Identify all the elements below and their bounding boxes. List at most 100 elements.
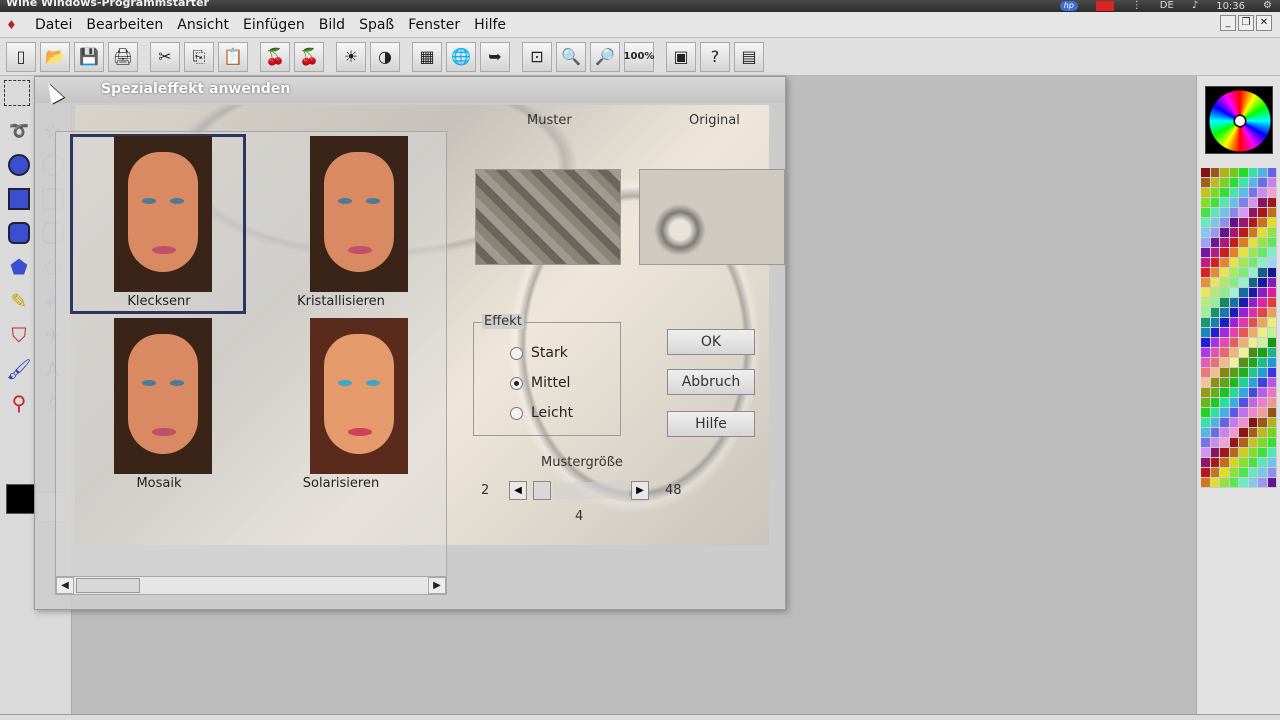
menu-fenster[interactable]: Fenster	[401, 12, 467, 38]
palette-swatch[interactable]	[1239, 358, 1249, 368]
palette-swatch[interactable]	[1258, 378, 1268, 388]
pattern-size-slider[interactable]: ◀ ▶	[509, 481, 649, 501]
palette-swatch[interactable]	[1248, 438, 1258, 448]
palette-swatch[interactable]	[1239, 308, 1249, 318]
minimize-icon[interactable]: _	[1220, 15, 1236, 31]
globe-icon[interactable]: 🌐	[446, 41, 476, 72]
palette-swatch[interactable]	[1201, 468, 1211, 478]
palette-swatch[interactable]	[1220, 238, 1230, 248]
send-image-icon[interactable]: ➥	[480, 41, 510, 72]
menu-spass[interactable]: Spaß	[352, 12, 401, 38]
palette-swatch[interactable]	[1248, 318, 1258, 328]
palette-swatch[interactable]	[1267, 478, 1277, 488]
zoom-out-icon[interactable]: 🔎	[590, 41, 620, 72]
palette-swatch[interactable]	[1239, 288, 1249, 298]
palette-swatch[interactable]	[1220, 358, 1230, 368]
palette-swatch[interactable]	[1267, 438, 1277, 448]
palette-swatch[interactable]	[1229, 228, 1239, 238]
palette-swatch[interactable]	[1201, 358, 1211, 368]
palette-swatch[interactable]	[1210, 198, 1220, 208]
palette-swatch[interactable]	[1258, 368, 1268, 378]
volume-icon[interactable]: ♪	[1192, 1, 1198, 11]
palette-swatch[interactable]	[1220, 218, 1230, 228]
palette-swatch[interactable]	[1239, 338, 1249, 348]
palette-swatch[interactable]	[1201, 278, 1211, 288]
palette-swatch[interactable]	[1258, 358, 1268, 368]
palette-swatch[interactable]	[1239, 388, 1249, 398]
lasso-select-icon[interactable]: ➰	[4, 116, 34, 146]
palette-swatch[interactable]	[1229, 298, 1239, 308]
palette-swatch[interactable]	[1239, 438, 1249, 448]
palette-swatch[interactable]	[1229, 448, 1239, 458]
palette-swatch[interactable]	[1239, 198, 1249, 208]
palette-swatch[interactable]	[1229, 268, 1239, 278]
palette-swatch[interactable]	[1210, 348, 1220, 358]
palette-swatch[interactable]	[1229, 468, 1239, 478]
palette-swatch[interactable]	[1248, 288, 1258, 298]
copy-icon[interactable]: ⎘	[184, 41, 214, 72]
palette-swatch[interactable]	[1258, 218, 1268, 228]
palette-swatch[interactable]	[1239, 248, 1249, 258]
filled-circle-icon[interactable]	[4, 150, 34, 180]
slider-left-icon[interactable]: ◀	[509, 481, 527, 500]
palette-swatch[interactable]	[1248, 428, 1258, 438]
palette-swatch[interactable]	[1239, 478, 1249, 488]
palette-swatch[interactable]	[1239, 228, 1249, 238]
rectangle-select-icon[interactable]	[4, 80, 30, 106]
palette-swatch[interactable]	[1258, 318, 1268, 328]
red-eye-icon[interactable]: 🍒	[260, 41, 290, 72]
palette-swatch[interactable]	[1267, 378, 1277, 388]
palette-swatch[interactable]	[1248, 338, 1258, 348]
palette-swatch[interactable]	[1267, 178, 1277, 188]
palette-swatch[interactable]	[1210, 408, 1220, 418]
palette-swatch[interactable]	[1258, 308, 1268, 318]
palette-swatch[interactable]	[1248, 218, 1258, 228]
thumbnail-view-icon[interactable]: ▤	[734, 41, 764, 72]
palette-swatch[interactable]	[1210, 238, 1220, 248]
palette-swatch[interactable]	[1220, 438, 1230, 448]
palette-swatch[interactable]	[1210, 248, 1220, 258]
palette-swatch[interactable]	[1239, 178, 1249, 188]
cancel-button[interactable]: Abbruch	[667, 369, 755, 395]
palette-swatch[interactable]	[1201, 208, 1211, 218]
radio-mittel[interactable]: Mittel	[510, 375, 570, 391]
palette-swatch[interactable]	[1201, 418, 1211, 428]
palette-swatch[interactable]	[1267, 288, 1277, 298]
scroll-thumb[interactable]	[76, 578, 140, 593]
palette-swatch[interactable]	[1239, 318, 1249, 328]
palette-swatch[interactable]	[1248, 388, 1258, 398]
palette-swatch[interactable]	[1201, 178, 1211, 188]
palette-swatch[interactable]	[1248, 468, 1258, 478]
palette-swatch[interactable]	[1258, 288, 1268, 298]
palette-swatch[interactable]	[1210, 388, 1220, 398]
palette-swatch[interactable]	[1229, 418, 1239, 428]
save-disk-icon[interactable]: 💾	[74, 41, 104, 72]
palette-swatch[interactable]	[1201, 168, 1211, 178]
palette-swatch[interactable]	[1229, 438, 1239, 448]
palette-swatch[interactable]	[1201, 248, 1211, 258]
palette-swatch[interactable]	[1210, 318, 1220, 328]
palette-swatch[interactable]	[1248, 228, 1258, 238]
palette-swatch[interactable]	[1239, 188, 1249, 198]
palette-swatch[interactable]	[1267, 278, 1277, 288]
palette-swatch[interactable]	[1220, 418, 1230, 428]
palette-swatch[interactable]	[1248, 268, 1258, 278]
palette-swatch[interactable]	[1229, 198, 1239, 208]
palette-swatch[interactable]	[1239, 348, 1249, 358]
palette-swatch[interactable]	[1267, 268, 1277, 278]
palette-swatch[interactable]	[1220, 298, 1230, 308]
palette-swatch[interactable]	[1248, 298, 1258, 308]
palette-swatch[interactable]	[1258, 478, 1268, 488]
palette-swatch[interactable]	[1201, 378, 1211, 388]
palette-swatch[interactable]	[1267, 358, 1277, 368]
screen-capture-icon[interactable]: ▣	[666, 41, 696, 72]
palette-swatch[interactable]	[1220, 208, 1230, 218]
palette-swatch[interactable]	[1229, 188, 1239, 198]
palette-swatch[interactable]	[1229, 288, 1239, 298]
palette-swatch[interactable]	[1229, 208, 1239, 218]
radio-button[interactable]	[510, 406, 523, 420]
filled-rounded-rect-icon[interactable]	[4, 218, 34, 248]
palette-swatch[interactable]	[1201, 258, 1211, 268]
red-eye-fix-icon[interactable]: 🍒	[294, 41, 324, 72]
palette-swatch[interactable]	[1201, 318, 1211, 328]
